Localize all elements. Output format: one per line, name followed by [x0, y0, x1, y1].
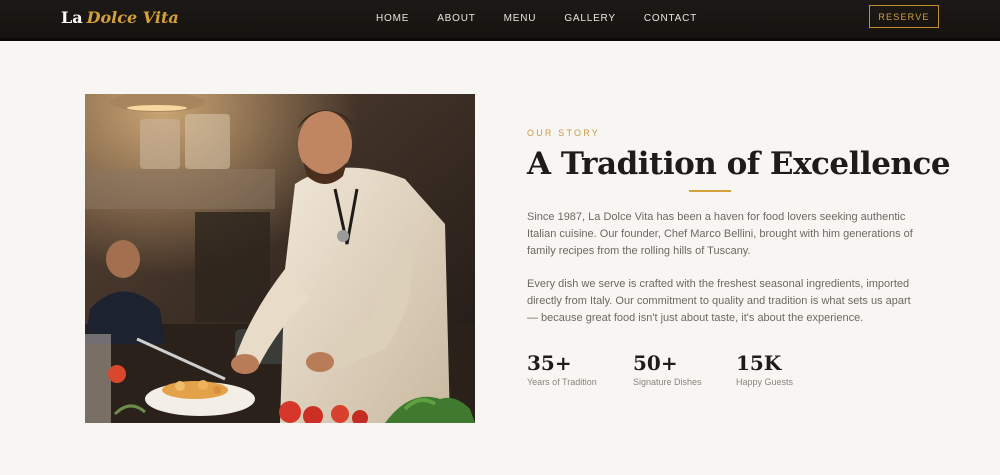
- chef-photo: [85, 94, 475, 423]
- stat-value: 50+: [633, 351, 678, 375]
- story-paragraph-1: Since 1987, La Dolce Vita has been a hav…: [527, 211, 913, 257]
- brand-name: La: [61, 8, 83, 27]
- nav-link-home[interactable]: HOME: [376, 13, 409, 24]
- section-eyebrow: OUR STORY: [527, 128, 600, 138]
- nav-link-about[interactable]: ABOUT: [437, 13, 475, 24]
- stat-label: Signature Dishes: [633, 377, 702, 387]
- stat-label: Years of Tradition: [527, 377, 597, 387]
- stat-guests: 15K Happy Guests: [736, 351, 793, 387]
- story-paragraph-2: Every dish we serve is crafted with the …: [527, 278, 911, 324]
- reserve-button[interactable]: RESERVE: [869, 5, 939, 28]
- nav-link-contact[interactable]: CONTACT: [644, 13, 697, 24]
- brand-accent-name: Dolce Vita: [86, 8, 179, 27]
- top-navbar: La Dolce Vita HOME ABOUT MENU GALLERY CON…: [0, 0, 1000, 41]
- nav-link-gallery[interactable]: GALLERY: [564, 13, 616, 24]
- title-underline: [689, 190, 731, 192]
- brand-logo[interactable]: La Dolce Vita: [61, 8, 179, 27]
- stat-value: 15K: [736, 351, 782, 375]
- stat-label: Happy Guests: [736, 377, 794, 387]
- nav-links: HOME ABOUT MENU GALLERY CONTACT: [376, 13, 725, 24]
- section-title: A Tradition of Excellence: [527, 146, 951, 182]
- stat-value: 35+: [527, 351, 572, 375]
- stat-dishes: 50+ Signature Dishes: [633, 351, 702, 387]
- nav-link-menu[interactable]: MENU: [504, 13, 537, 24]
- stat-years: 35+ Years of Tradition: [527, 351, 597, 387]
